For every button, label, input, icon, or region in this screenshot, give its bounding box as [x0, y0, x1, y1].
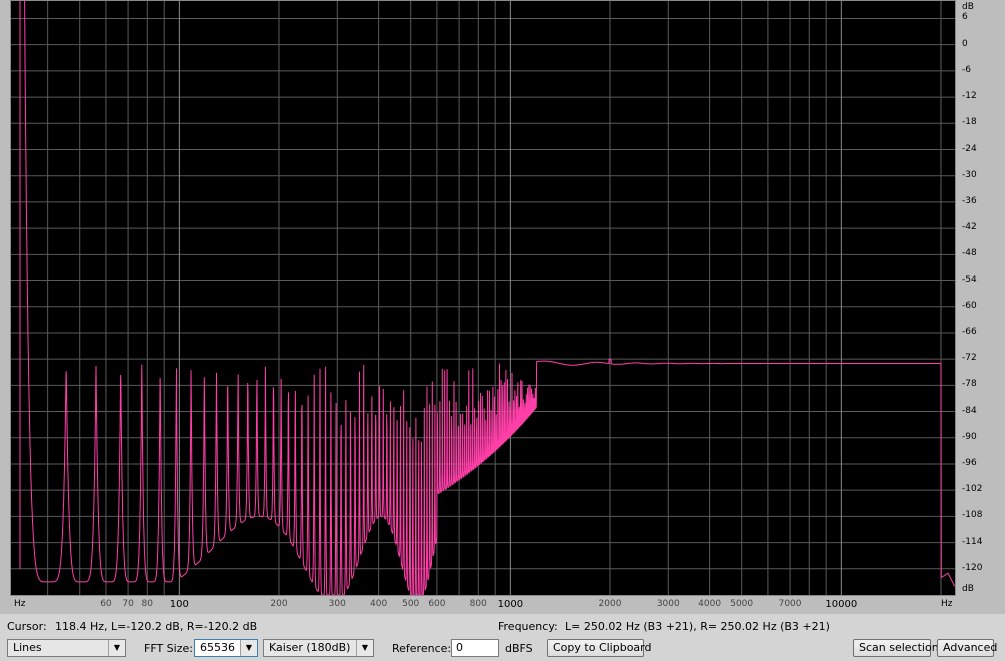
- y-tick-label: -114: [962, 536, 983, 547]
- reference-unit: dBFS: [505, 642, 533, 655]
- chevron-down-icon[interactable]: ▼: [240, 640, 257, 656]
- y-tick-label: -18: [962, 117, 977, 128]
- x-tick-label-minor: 800: [469, 599, 487, 609]
- view-mode-value: Lines: [13, 641, 42, 654]
- y-tick-label: -12: [962, 91, 977, 102]
- reference-input[interactable]: 0: [451, 639, 499, 657]
- cursor-label: Cursor:: [7, 620, 47, 633]
- x-tick-label-major: 10000: [825, 599, 858, 610]
- view-mode-select[interactable]: Lines ▼: [7, 639, 126, 657]
- status-line: Cursor: 118.4 Hz, L=-120.2 dB, R=-120.2 …: [0, 614, 1005, 636]
- frequency-label: Frequency:: [498, 620, 558, 633]
- fft-size-select[interactable]: 65536 ▼: [194, 639, 258, 657]
- x-unit-label-left: Hz: [14, 599, 26, 609]
- x-tick-label-minor: 600: [428, 599, 446, 609]
- y-tick-label: -90: [962, 431, 977, 442]
- toolbar: Lines ▼ FFT Size: 65536 ▼ Kaiser (180dB)…: [0, 636, 1005, 661]
- y-tick-label: -102: [962, 484, 983, 495]
- advanced-button[interactable]: Advanced: [937, 639, 997, 657]
- window-function-value: Kaiser (180dB): [269, 641, 351, 654]
- y-tick-label: -66: [962, 326, 977, 337]
- x-tick-label-minor: 2000: [598, 599, 622, 609]
- y-tick-label: -30: [962, 169, 977, 180]
- y-tick-label: -72: [962, 353, 977, 364]
- x-tick-label-minor: 500: [402, 599, 420, 609]
- x-tick-label-major: 100: [169, 599, 189, 610]
- fft-size-label: FFT Size:: [144, 642, 193, 655]
- x-tick-label-minor: 200: [270, 599, 288, 609]
- y-unit-label-bottom: dB: [962, 584, 974, 594]
- fft-size-value: 65536: [200, 641, 235, 654]
- spectrum-plot[interactable]: [10, 0, 956, 596]
- x-tick-label-minor: 7000: [778, 599, 802, 609]
- spectrum-svg[interactable]: [11, 1, 955, 595]
- y-tick-label: 6: [962, 12, 968, 23]
- x-unit-label-right: Hz: [941, 599, 953, 609]
- y-tick-label: -96: [962, 457, 977, 468]
- y-tick-label: -78: [962, 379, 977, 390]
- copy-to-clipboard-button[interactable]: Copy to Clipboard: [547, 639, 651, 657]
- y-tick-label: -24: [962, 143, 977, 154]
- y-tick-label: -6: [962, 64, 971, 75]
- scan-selection-button[interactable]: Scan selection: [853, 639, 939, 657]
- x-tick-label-minor: 70: [122, 599, 134, 609]
- y-tick-label: -84: [962, 405, 977, 416]
- y-tick-label: -36: [962, 195, 977, 206]
- x-tick-label-minor: 4000: [698, 599, 722, 609]
- y-tick-label: -48: [962, 248, 977, 259]
- chevron-down-icon[interactable]: ▼: [108, 640, 125, 656]
- reference-label: Reference:: [392, 642, 452, 655]
- x-tick-label-minor: 80: [141, 599, 153, 609]
- y-tick-label: -54: [962, 274, 977, 285]
- y-tick-label: 0: [962, 38, 968, 49]
- y-tick-label: -108: [962, 510, 983, 521]
- window-function-select[interactable]: Kaiser (180dB) ▼: [263, 639, 374, 657]
- x-tick-label-minor: 300: [328, 599, 346, 609]
- x-tick-label-minor: 60: [100, 599, 112, 609]
- cursor-readout: 118.4 Hz, L=-120.2 dB, R=-120.2 dB: [55, 620, 258, 633]
- y-tick-label: -42: [962, 222, 977, 233]
- spectrum-trace: [19, 1, 955, 595]
- chevron-down-icon[interactable]: ▼: [356, 640, 373, 656]
- spectrum-panel: dB 6 0 -6 -12 -18 -24 -30 -36 -42 -48 -54 -60 -66 -72-…: [0, 0, 1005, 614]
- y-unit-label-top: dB: [962, 2, 974, 12]
- x-tick-label-minor: 5000: [730, 599, 754, 609]
- x-tick-label-minor: 400: [370, 599, 388, 609]
- x-tick-label-minor: 3000: [656, 599, 680, 609]
- y-tick-label: -120: [962, 562, 983, 573]
- reference-value: 0: [456, 641, 463, 654]
- x-tick-label-major: 1000: [497, 599, 524, 610]
- frequency-readout: L= 250.02 Hz (B3 +21), R= 250.02 Hz (B3 …: [565, 620, 830, 633]
- y-tick-label: -60: [962, 300, 977, 311]
